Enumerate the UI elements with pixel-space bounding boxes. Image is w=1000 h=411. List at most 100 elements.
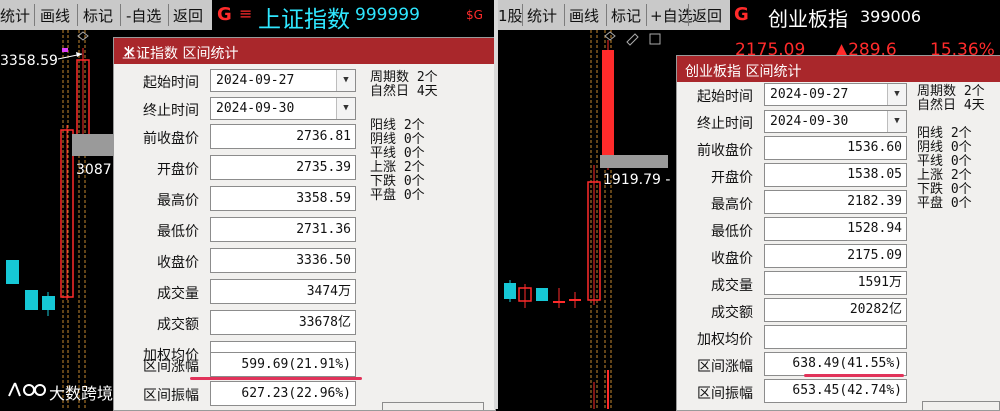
toolbar-back[interactable]: 返回 bbox=[692, 5, 722, 26]
chevron-down-icon[interactable]: ▼ bbox=[336, 70, 355, 91]
end-time-select[interactable]: 2024-09-30 ▼ bbox=[764, 110, 907, 133]
row-value: 653.45(42.74%) bbox=[764, 379, 907, 403]
box-icon bbox=[649, 33, 661, 45]
toolbar-draw[interactable]: 画线 bbox=[40, 5, 70, 26]
watermark-logo-icon bbox=[8, 382, 46, 397]
row-label: 最高价 bbox=[711, 197, 753, 213]
right-header: G 创业板指 399006 bbox=[730, 0, 1000, 31]
row-value: 1528.94 bbox=[764, 217, 907, 241]
toolbar-back[interactable]: 返回 bbox=[173, 5, 203, 26]
stat-line: 自然日 4天 bbox=[370, 84, 438, 99]
stat-line: 平盘 0个 bbox=[917, 196, 972, 211]
index-name: 上证指数 bbox=[258, 7, 350, 33]
row-label: 成交额 bbox=[157, 317, 199, 333]
dialog-button[interactable] bbox=[922, 401, 1000, 410]
row-value: 2736.81 bbox=[210, 124, 356, 149]
stat-line: 阳线 2个 bbox=[370, 118, 425, 133]
toolbar-partial: $G bbox=[466, 8, 483, 22]
dialog-title-bar[interactable]: 创业板指 区间统计 bbox=[677, 56, 1000, 82]
stat-line: 上涨 2个 bbox=[370, 160, 425, 175]
end-time-label: 终止时间 bbox=[143, 103, 199, 119]
left-header: G ≡ 上证指数 999999 bbox=[212, 0, 494, 33]
right-interval-stats-dialog: 创业板指 区间统计 起始时间 2024-09-27 ▼ 终止时间 2024-09… bbox=[676, 55, 1000, 411]
row-value: 2735.39 bbox=[210, 155, 356, 180]
toolbar-mark[interactable]: 标记 bbox=[83, 5, 113, 26]
start-time-label: 起始时间 bbox=[697, 89, 753, 105]
row-value-highlight: 638.49(41.55%) bbox=[764, 352, 907, 376]
menu-icon[interactable]: ≡ bbox=[239, 4, 252, 23]
stat-line: 平线 0个 bbox=[370, 146, 425, 161]
row-label: 成交量 bbox=[157, 286, 199, 302]
stat-line: 下跌 0个 bbox=[917, 182, 972, 197]
row-label: 收盘价 bbox=[711, 251, 753, 267]
chart-toolbar-icons bbox=[626, 33, 661, 46]
start-time-select[interactable]: 2024-09-27 ▼ bbox=[764, 83, 907, 106]
row-label: 前收盘价 bbox=[697, 143, 753, 159]
chevron-down-icon[interactable]: ▼ bbox=[887, 84, 906, 105]
app-logo-icon: G bbox=[734, 4, 749, 25]
stat-line: 平线 0个 bbox=[917, 154, 972, 169]
high-price-label: 3358.59 bbox=[0, 53, 58, 69]
row-value: 1536.60 bbox=[764, 136, 907, 160]
end-time-select[interactable]: 2024-09-30 ▼ bbox=[210, 97, 356, 120]
start-time-label: 起始时间 bbox=[143, 75, 199, 91]
dialog-button[interactable] bbox=[382, 402, 484, 410]
stat-line: 自然日 4天 bbox=[917, 98, 985, 113]
watermark-text: 大数跨境 bbox=[49, 384, 114, 403]
stat-line: 上涨 2个 bbox=[917, 168, 972, 183]
row-label: 成交额 bbox=[711, 305, 753, 321]
row-label: 区间振幅 bbox=[143, 388, 199, 404]
row-label: 收盘价 bbox=[157, 255, 199, 271]
row-label: 区间涨幅 bbox=[143, 359, 199, 375]
row-label: 区间振幅 bbox=[697, 386, 753, 402]
left-toolbar: 统计 画线 标记 -自选 返回 bbox=[0, 0, 212, 30]
stat-line: 阴线 0个 bbox=[917, 140, 972, 155]
row-value: 2731.36 bbox=[210, 217, 356, 242]
row-value: 1591万 bbox=[764, 271, 907, 295]
row-value: 20282亿 bbox=[764, 298, 907, 322]
end-time-value: 2024-09-30 bbox=[770, 114, 849, 129]
row-value: 3474万 bbox=[210, 279, 356, 304]
chevron-down-icon[interactable]: ▼ bbox=[887, 111, 906, 132]
mid-price-label: 1919.79 - bbox=[603, 172, 671, 188]
index-code: 399006 bbox=[860, 7, 922, 26]
stat-line: 平盘 0个 bbox=[370, 188, 425, 203]
stat-line: 阴线 0个 bbox=[370, 132, 425, 147]
row-value-highlight: 599.69(21.91%) bbox=[210, 352, 356, 377]
toolbar-add-watchlist[interactable]: +自选 bbox=[650, 5, 693, 26]
start-time-select[interactable]: 2024-09-27 ▼ bbox=[210, 69, 356, 92]
row-value: 2182.39 bbox=[764, 190, 907, 214]
row-label: 最高价 bbox=[157, 193, 199, 209]
row-label: 前收盘价 bbox=[143, 131, 199, 147]
dialog-title: 创业板指 区间统计 bbox=[685, 64, 802, 80]
row-value: 3336.50 bbox=[210, 248, 356, 273]
toolbar-mark[interactable]: 标记 bbox=[611, 5, 641, 26]
row-value: 627.23(22.96%) bbox=[210, 381, 356, 406]
toolbar-stock[interactable]: 1股 bbox=[498, 5, 523, 26]
stat-line: 阳线 2个 bbox=[917, 126, 972, 141]
chevron-down-icon[interactable]: ▼ bbox=[336, 98, 355, 119]
toolbar-stats[interactable]: 统计 bbox=[527, 5, 557, 26]
highlight-underline bbox=[804, 374, 904, 377]
row-value: 33678亿 bbox=[210, 310, 356, 335]
row-label: 开盘价 bbox=[157, 162, 199, 178]
highlight-underline bbox=[190, 377, 362, 380]
toolbar-remove-watchlist[interactable]: -自选 bbox=[126, 5, 161, 26]
start-time-value: 2024-09-27 bbox=[770, 87, 849, 102]
stat-line: 下跌 0个 bbox=[370, 174, 425, 189]
index-code: 999999 bbox=[355, 5, 420, 25]
row-label: 开盘价 bbox=[711, 170, 753, 186]
row-label: 加权均价 bbox=[697, 332, 753, 348]
right-toolbar: $G 1股 统计 画线 标记 +自选 返回 bbox=[466, 0, 730, 30]
end-time-value: 2024-09-30 bbox=[216, 101, 295, 116]
close-icon[interactable]: ✕ bbox=[122, 43, 487, 63]
app-logo-icon: G bbox=[217, 4, 232, 25]
index-name: 创业板指 bbox=[768, 7, 848, 31]
stat-line: 周期数 2个 bbox=[370, 70, 438, 85]
toolbar-stats[interactable]: 统计 bbox=[0, 5, 30, 26]
toolbar-draw[interactable]: 画线 bbox=[569, 5, 599, 26]
end-time-label: 终止时间 bbox=[697, 116, 753, 132]
start-time-value: 2024-09-27 bbox=[216, 73, 295, 88]
dialog-title-bar[interactable]: 上证指数 区间统计 ✕ bbox=[114, 38, 495, 64]
row-value bbox=[764, 325, 907, 349]
